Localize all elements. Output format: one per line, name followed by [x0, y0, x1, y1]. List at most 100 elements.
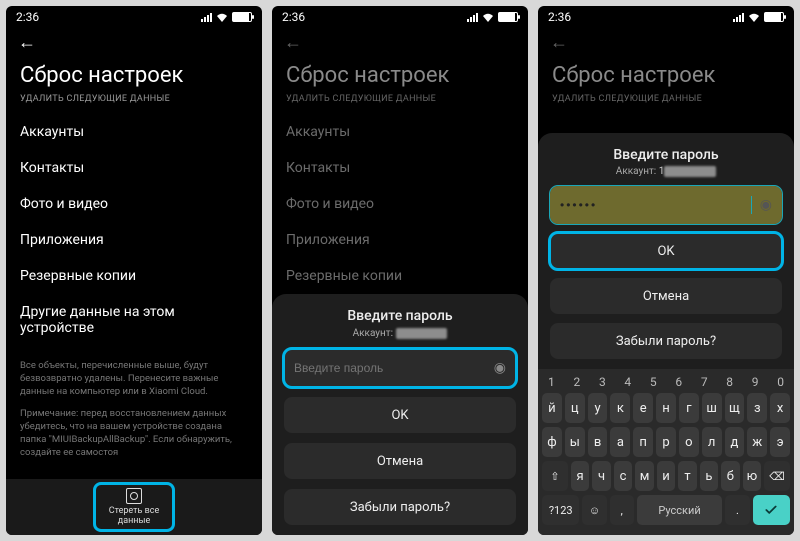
- account-label: Аккаунт:: [616, 166, 656, 177]
- key[interactable]: в: [588, 427, 608, 457]
- erase-label: данные: [118, 516, 150, 526]
- screen-reset-info: 2:36 ← Сброс настроек УДАЛИТЬ СЛЕДУЮЩИЕ …: [6, 6, 262, 535]
- comma-key[interactable]: ,: [610, 495, 634, 525]
- password-field[interactable]: ◉: [550, 186, 782, 224]
- key[interactable]: 3: [599, 375, 606, 389]
- key[interactable]: т: [678, 461, 696, 491]
- key[interactable]: с: [614, 461, 632, 491]
- key[interactable]: б: [721, 461, 739, 491]
- section-header: УДАЛИТЬ СЛЕДУЮЩИЕ ДАННЫЕ: [6, 92, 262, 114]
- signal-icon: [201, 13, 212, 22]
- key[interactable]: х: [770, 393, 790, 423]
- key[interactable]: ю: [743, 461, 761, 491]
- key[interactable]: и: [657, 461, 675, 491]
- dialog-account-line: Аккаунт: xxxx: [284, 328, 516, 339]
- erase-label: Стереть все: [109, 506, 159, 516]
- kb-number-row[interactable]: 1 2 3 4 5 6 7 8 9 0: [542, 375, 790, 393]
- key[interactable]: к: [610, 393, 630, 423]
- data-list: Аккаунты Контакты Фото и видео Приложени…: [6, 114, 262, 346]
- password-input[interactable]: [294, 361, 486, 375]
- account-value-redacted: xxxx: [664, 166, 716, 177]
- password-field[interactable]: ◉: [284, 349, 516, 387]
- key[interactable]: м: [635, 461, 653, 491]
- modal-overlay: Введите пароль Аккаунт: xxxx ◉ OK Отмена…: [272, 6, 528, 535]
- key[interactable]: ш: [702, 393, 722, 423]
- status-icons: [201, 12, 252, 22]
- password-dialog: Введите пароль Аккаунт: 1xxxx ◉ OK Отмен…: [538, 133, 794, 369]
- key[interactable]: э: [770, 427, 790, 457]
- list-item: Другие данные на этом устройстве: [20, 294, 248, 346]
- eye-icon[interactable]: ◉: [494, 360, 506, 376]
- back-button[interactable]: ←: [6, 26, 262, 57]
- password-dialog: Введите пароль Аккаунт: xxxx ◉ OK Отмена…: [272, 294, 528, 535]
- kb-row-3: ⇧ я ч с м и т ь б ю ⌫: [542, 461, 790, 491]
- key[interactable]: ж: [747, 427, 767, 457]
- footnote-note: Примечание: перед восстановлением данных…: [6, 404, 262, 465]
- key[interactable]: а: [610, 427, 630, 457]
- key[interactable]: л: [702, 427, 722, 457]
- key[interactable]: е: [633, 393, 653, 423]
- bottom-toolbar: Стереть все данные: [6, 479, 262, 535]
- forgot-password-button[interactable]: Забыли пароль?: [284, 489, 516, 525]
- key[interactable]: н: [656, 393, 676, 423]
- password-input[interactable]: [560, 198, 741, 212]
- key[interactable]: 6: [675, 375, 682, 389]
- wifi-icon: [216, 12, 228, 22]
- forgot-password-button[interactable]: Забыли пароль?: [550, 323, 782, 359]
- period-key[interactable]: .: [725, 495, 749, 525]
- modal-overlay: Введите пароль Аккаунт: 1xxxx ◉ OK Отмен…: [538, 6, 794, 535]
- account-value-redacted: xxxx: [396, 328, 448, 339]
- key[interactable]: 0: [777, 375, 784, 389]
- key[interactable]: щ: [725, 393, 745, 423]
- emoji-key[interactable]: ☺: [582, 495, 606, 525]
- key[interactable]: п: [633, 427, 653, 457]
- cancel-button[interactable]: Отмена: [284, 443, 516, 479]
- kb-row-1: й ц у к е н г ш щ з х: [542, 393, 790, 423]
- key[interactable]: у: [588, 393, 608, 423]
- eye-icon[interactable]: ◉: [760, 197, 772, 213]
- screen-password-entered: 2:36 ← Сброс настроек УДАЛИТЬ СЛЕДУЮЩИЕ …: [538, 6, 794, 535]
- key[interactable]: й: [542, 393, 562, 423]
- clock: 2:36: [16, 10, 39, 24]
- check-icon: [764, 503, 778, 517]
- key[interactable]: 4: [624, 375, 631, 389]
- footnote-warning: Все объекты, перечисленные выше, будут б…: [6, 346, 262, 404]
- status-bar: 2:36: [6, 6, 262, 26]
- battery-icon: [232, 12, 252, 22]
- list-item: Фото и видео: [20, 186, 248, 222]
- shift-key[interactable]: ⇧: [542, 461, 568, 491]
- key[interactable]: 7: [701, 375, 708, 389]
- enter-key[interactable]: [753, 495, 791, 525]
- key[interactable]: ц: [565, 393, 585, 423]
- key[interactable]: ч: [592, 461, 610, 491]
- ok-button[interactable]: OK: [550, 233, 782, 269]
- list-item: Контакты: [20, 150, 248, 186]
- key[interactable]: 9: [752, 375, 759, 389]
- kb-row-bottom: ?123 ☺ , Русский .: [542, 495, 790, 525]
- key[interactable]: я: [571, 461, 589, 491]
- key[interactable]: д: [725, 427, 745, 457]
- space-key[interactable]: Русский: [637, 495, 723, 525]
- ok-button[interactable]: OK: [284, 397, 516, 433]
- dialog-title: Введите пароль: [284, 308, 516, 324]
- key[interactable]: 5: [650, 375, 657, 389]
- backspace-key[interactable]: ⌫: [764, 461, 790, 491]
- key[interactable]: г: [679, 393, 699, 423]
- erase-all-button[interactable]: Стереть все данные: [95, 484, 173, 530]
- list-item: Резервные копии: [20, 258, 248, 294]
- key[interactable]: 1: [548, 375, 555, 389]
- key[interactable]: р: [656, 427, 676, 457]
- soft-keyboard[interactable]: 1 2 3 4 5 6 7 8 9 0 й ц у к е н г ш щ: [538, 369, 794, 535]
- key[interactable]: ы: [565, 427, 585, 457]
- cancel-button[interactable]: Отмена: [550, 278, 782, 314]
- key[interactable]: о: [679, 427, 699, 457]
- factory-reset-icon: [126, 488, 142, 504]
- key[interactable]: з: [747, 393, 767, 423]
- key[interactable]: ь: [700, 461, 718, 491]
- symbols-key[interactable]: ?123: [542, 495, 580, 525]
- kb-row-2: ф ы в а п р о л д ж э: [542, 427, 790, 457]
- screen-password-prompt: 2:36 ← Сброс настроек УДАЛИТЬ СЛЕДУЮЩИЕ …: [272, 6, 528, 535]
- key[interactable]: 8: [726, 375, 733, 389]
- key[interactable]: ф: [542, 427, 562, 457]
- key[interactable]: 2: [573, 375, 580, 389]
